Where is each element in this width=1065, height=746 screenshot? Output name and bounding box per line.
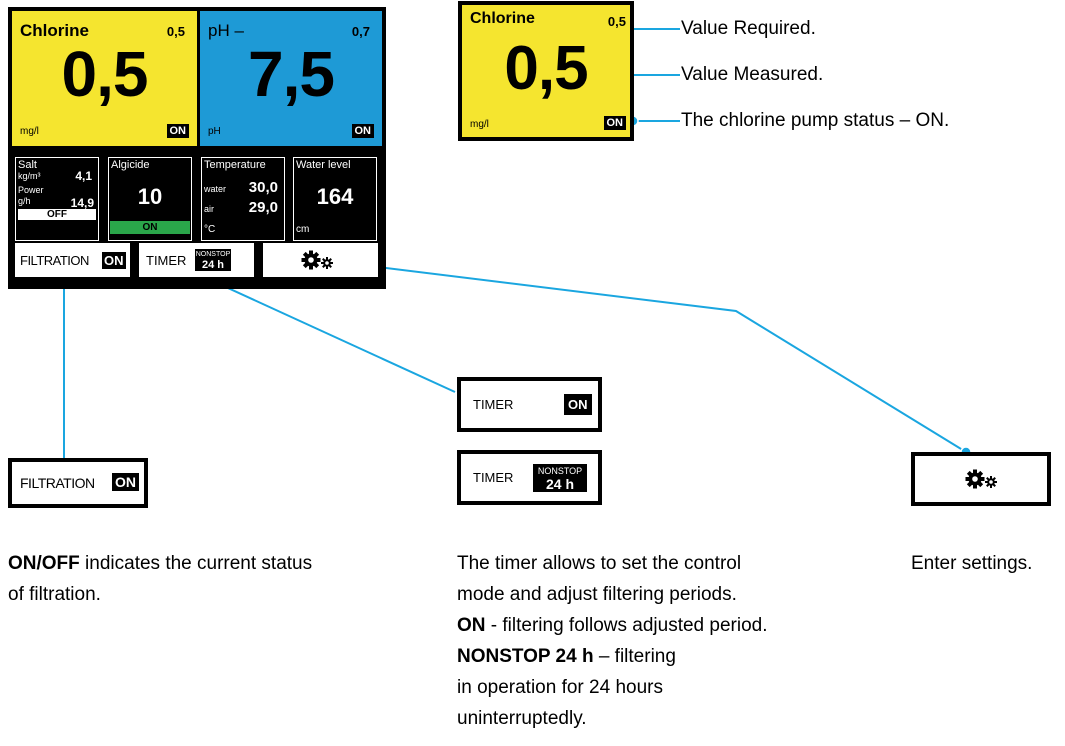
power-label: Power [18,185,44,195]
timer-desc-on: ON [457,615,486,636]
filtration-status: ON [102,252,126,269]
chlorine-tile[interactable]: Chlorine 0,5 0,5 mg/l ON [12,11,197,146]
desc-filtration-rest: indicates the current status [79,553,313,574]
timer-desc-line1: The timer allows to set the control [457,553,742,574]
settings-example[interactable] [911,452,1051,506]
salt-status: OFF [18,209,96,220]
air-temp-value: 29,0 [248,199,278,216]
zoom-required-value: 0,5 [607,14,626,29]
ph-measured-value: 7,5 [248,38,335,110]
timer-nonstop-badge: NONSTOP 24 h [195,249,231,271]
callout-value-required: Value Required. [681,18,816,39]
settings-description: Enter settings. [911,553,1033,574]
water-level-label: Water level [296,159,351,171]
algicide-status: ON [110,221,190,234]
salt-value: 4,1 [75,169,92,183]
desc-off: OFF [41,553,80,574]
gears-icon [965,469,997,489]
filtration-label: FILTRATION [20,253,89,268]
salt-unit: kg/m³ [18,171,41,181]
ph-pump-status: ON [351,124,374,138]
timer-desc-line3: - filtering follows adjusted period. [485,615,768,636]
timer-on-status: ON [564,394,592,415]
salt-label: Salt [18,159,37,171]
desc-on: ON [8,553,37,574]
temperature-label: Temperature [204,159,266,171]
24h-example-text: 24 h [545,476,574,492]
settings-button[interactable] [263,243,378,277]
filtration-example-status: ON [112,473,139,491]
chlorine-zoom-tile: Chlorine 0,5 0,5 mg/l ON [462,5,630,137]
timer-desc-line6: uninterruptedly. [457,708,587,729]
timer-nonstop-example-badge: NONSTOP 24 h [533,464,587,492]
power-value: 14,9 [70,196,94,210]
timer-nonstop-example: TIMER NONSTOP 24 h [457,450,602,505]
timer-button[interactable]: TIMER NONSTOP 24 h [139,243,254,277]
salt-tile[interactable]: Salt kg/m³ 4,1 Power g/h 14,9 OFF [15,157,99,241]
timer-nonstop-label: TIMER [473,470,514,485]
filtration-button[interactable]: FILTRATION ON [15,243,130,277]
callout-value-measured: Value Measured. [681,64,824,85]
timer-on-label: TIMER [473,397,514,412]
24h-text: 24 h [201,259,224,271]
ph-tile[interactable]: pH – 0,7 7,5 pH ON [200,11,382,146]
timer-desc-nonstop: NONSTOP 24 h [457,646,594,667]
water-level-tile[interactable]: Water level 164 cm [293,157,377,241]
water-level-value: 164 [316,184,354,209]
air-temp-label: air [204,204,215,214]
filtration-example: FILTRATION ON [8,458,148,508]
zoom-measured-value: 0,5 [504,34,588,103]
timer-on-example: TIMER ON [457,377,602,432]
chlorine-unit: mg/l [20,126,39,137]
filtration-example-label: FILTRATION [20,475,95,491]
desc-filtration-line2: of filtration. [8,584,101,605]
chlorine-zoom-frame: Chlorine 0,5 0,5 mg/l ON [458,1,634,141]
zoom-chlorine-label: Chlorine [470,10,535,27]
algicide-value: 10 [137,184,163,209]
water-temp-value: 30,0 [248,179,278,196]
timer-label: TIMER [146,253,187,268]
algicide-tile[interactable]: Algicide 10 ON [108,157,192,241]
zoom-pump-status: ON [603,116,626,130]
control-panel: Chlorine 0,5 0,5 mg/l ON pH – 0,7 7,5 pH… [8,7,386,289]
timer-desc-line2: mode and adjust filtering periods. [457,584,737,605]
timer-description: The timer allows to set the control mode… [457,548,877,734]
power-unit: g/h [18,196,31,206]
zoom-unit: mg/l [470,119,489,130]
temperature-tile[interactable]: Temperature water 30,0 air 29,0 °C [201,157,285,241]
temperature-unit: °C [204,224,216,235]
nonstop-text: NONSTOP [195,251,231,258]
gears-icon [301,250,333,270]
timer-desc-line4: – filtering [593,646,676,667]
water-temp-label: water [204,184,227,194]
chlorine-measured-value: 0,5 [61,38,149,110]
timer-desc-line5: in operation for 24 hours [457,677,663,698]
chlorine-pump-status: ON [166,124,189,138]
callout-pump-status: The chlorine pump status – ON. [681,110,950,131]
filtration-description: ON/OFF indicates the current status of f… [8,548,408,610]
ph-unit: pH [208,126,221,137]
water-level-unit: cm [296,224,310,235]
algicide-label: Algicide [111,159,150,171]
